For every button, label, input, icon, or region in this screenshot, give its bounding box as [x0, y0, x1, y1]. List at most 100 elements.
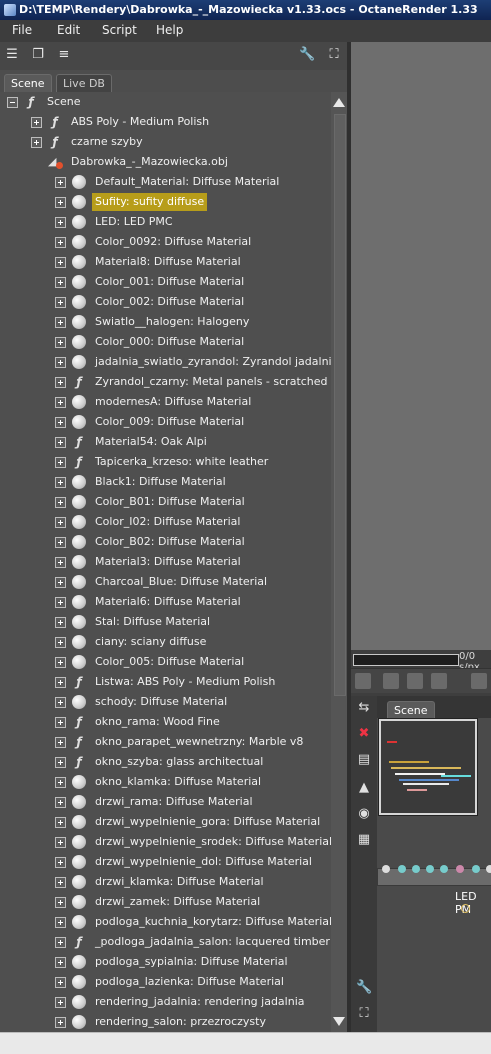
menu-help[interactable]: Help — [156, 23, 183, 37]
expand-icon[interactable] — [55, 657, 66, 668]
camera-icon[interactable]: ◉ — [356, 806, 372, 822]
maximize-icon[interactable]: ⛶ — [356, 1006, 372, 1022]
expand-icon[interactable] — [55, 717, 66, 728]
node-graph-canvas[interactable]: LED PM — [377, 718, 491, 1032]
tree-row[interactable]: Color_000: Diffuse Material — [0, 332, 331, 352]
expand-icon[interactable] — [55, 577, 66, 588]
expand-icon[interactable] — [55, 557, 66, 568]
expand-icon[interactable] — [55, 797, 66, 808]
expand-icon[interactable] — [55, 977, 66, 988]
tree-row[interactable]: ƒ okno_parapet_wewnetrzny: Marble v8 — [0, 732, 331, 752]
tree-row[interactable]: Swiatlo__halogen: Halogeny — [0, 312, 331, 332]
expand-icon[interactable] — [55, 1017, 66, 1028]
expand-icon[interactable] — [55, 757, 66, 768]
expand-icon[interactable] — [55, 257, 66, 268]
expand-icon[interactable] — [55, 317, 66, 328]
tree-view-icon[interactable]: ☰ — [4, 47, 20, 63]
expand-icon[interactable] — [55, 477, 66, 488]
wrench-icon[interactable]: 🔧 — [299, 47, 315, 63]
tree-row[interactable]: okno_klamka: Diffuse Material — [0, 772, 331, 792]
tree-row[interactable]: Material3: Diffuse Material — [0, 552, 331, 572]
collapse-icon[interactable] — [7, 97, 18, 108]
tree-row[interactable]: drzwi_wypelnienie_dol: Diffuse Material — [0, 852, 331, 872]
stop-icon[interactable] — [383, 673, 399, 689]
tree-row[interactable]: Color_I02: Diffuse Material — [0, 512, 331, 532]
tree-row[interactable]: Default_Material: Diffuse Material — [0, 172, 331, 192]
tree-row[interactable]: rendering_salon: przezroczysty — [0, 1012, 331, 1032]
tree-row[interactable]: ƒ okno_szyba: glass architectual — [0, 752, 331, 772]
menu-script[interactable]: Script — [102, 23, 137, 37]
tree-row[interactable]: ƒ okno_rama: Wood Fine — [0, 712, 331, 732]
material-node[interactable] — [377, 865, 491, 886]
tree-row[interactable]: Color_009: Diffuse Material — [0, 412, 331, 432]
expand-icon[interactable] — [55, 497, 66, 508]
expand-icon[interactable] — [55, 397, 66, 408]
expand-icon[interactable] — [55, 857, 66, 868]
tree-row[interactable]: Black1: Diffuse Material — [0, 472, 331, 492]
tree-row[interactable]: Color_B02: Diffuse Material — [0, 532, 331, 552]
scroll-up-arrow[interactable] — [333, 98, 345, 107]
menu-file[interactable]: File — [12, 23, 32, 37]
maximize-icon[interactable]: ⛶ — [326, 47, 342, 63]
tree-row[interactable]: Color_005: Diffuse Material — [0, 652, 331, 672]
expand-icon[interactable] — [55, 837, 66, 848]
tree-row[interactable]: Color_002: Diffuse Material — [0, 292, 331, 312]
texture-icon[interactable]: ▦ — [356, 832, 372, 848]
expand-icon[interactable] — [55, 537, 66, 548]
mesh-icon[interactable]: ▲ — [356, 780, 372, 796]
collapse-icon[interactable]: ≡ — [56, 47, 72, 63]
tree-row[interactable]: rendering_jadalnia: rendering jadalnia — [0, 992, 331, 1012]
graph-minimap[interactable] — [378, 718, 478, 816]
material-icon[interactable] — [431, 673, 447, 689]
expand-icon[interactable] — [55, 697, 66, 708]
tree-row[interactable]: ƒ czarne szyby — [0, 132, 331, 152]
expand-icon[interactable] — [55, 637, 66, 648]
expand-icon[interactable] — [31, 137, 42, 148]
copy-icon[interactable]: ❐ — [30, 47, 46, 63]
tree-row[interactable]: ciany: sciany diffuse — [0, 632, 331, 652]
tree-row[interactable]: Material8: Diffuse Material — [0, 252, 331, 272]
scroll-down-arrow[interactable] — [333, 1017, 345, 1026]
expand-icon[interactable] — [55, 897, 66, 908]
tree-row[interactable]: drzwi_wypelnienie_srodek: Diffuse Materi… — [0, 832, 331, 852]
delete-node-icon[interactable]: ✖ — [356, 726, 372, 742]
node-output-pin[interactable] — [461, 904, 470, 913]
expand-icon[interactable] — [55, 737, 66, 748]
tree-row[interactable]: ƒ Scene — [0, 92, 331, 112]
tree-row[interactable]: Sufity: sufity diffuse — [0, 192, 331, 212]
expand-icon[interactable] — [55, 357, 66, 368]
tree-row[interactable]: drzwi_klamka: Diffuse Material — [0, 872, 331, 892]
tree-row[interactable]: Color_001: Diffuse Material — [0, 272, 331, 292]
expand-icon[interactable] — [55, 437, 66, 448]
expand-icon[interactable] — [55, 277, 66, 288]
tab-graph-scene[interactable]: Scene — [387, 701, 435, 719]
tree-row[interactable]: ƒ _podloga_jadalnia_salon: lacquered timb… — [0, 932, 331, 952]
tree-scrollbar[interactable] — [331, 92, 347, 1032]
expand-icon[interactable] — [55, 937, 66, 948]
expand-icon[interactable] — [55, 217, 66, 228]
tree-row[interactable]: Stal: Diffuse Material — [0, 612, 331, 632]
tree-row[interactable]: ◢ Dabrowka_-_Mazowiecka.obj — [0, 152, 331, 172]
tree-row[interactable]: Material6: Diffuse Material — [0, 592, 331, 612]
expand-icon[interactable] — [55, 197, 66, 208]
tree-row[interactable]: podloga_kuchnia_korytarz: Diffuse Materi… — [0, 912, 331, 932]
expand-icon[interactable] — [55, 917, 66, 928]
tree-row[interactable]: ƒ Material54: Oak Alpi — [0, 432, 331, 452]
tree-row[interactable]: ƒ Listwa: ABS Poly - Medium Polish — [0, 672, 331, 692]
expand-icon[interactable] — [55, 817, 66, 828]
expand-icon[interactable] — [55, 677, 66, 688]
expand-icon[interactable] — [55, 777, 66, 788]
save-icon[interactable]: ▤ — [356, 752, 372, 768]
tab-scene[interactable]: Scene — [4, 74, 52, 92]
pause-icon[interactable] — [471, 673, 487, 689]
expand-icon[interactable] — [55, 457, 66, 468]
expand-icon[interactable] — [55, 997, 66, 1008]
expand-icon[interactable] — [55, 517, 66, 528]
render-viewport[interactable] — [351, 42, 491, 650]
tree-row[interactable]: drzwi_zamek: Diffuse Material — [0, 892, 331, 912]
expand-icon[interactable] — [55, 417, 66, 428]
arrange-icon[interactable]: ⇆ — [356, 700, 372, 716]
expand-icon[interactable] — [31, 117, 42, 128]
expand-icon[interactable] — [55, 377, 66, 388]
tree-row[interactable]: LED: LED PMC — [0, 212, 331, 232]
